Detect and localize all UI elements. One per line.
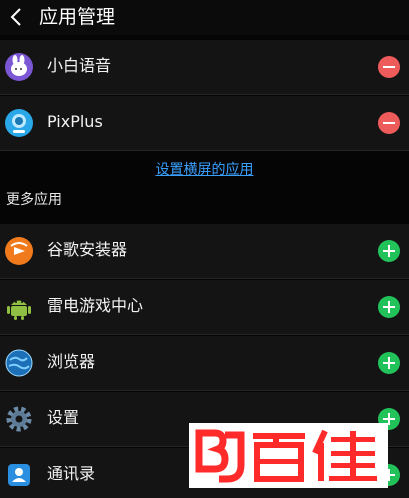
set-landscape-apps-link[interactable]: 设置横屏的应用	[156, 161, 254, 179]
app-label: 雷电游戏中心	[47, 296, 144, 315]
plus-icon-vertical	[388, 245, 390, 257]
section-title-more-apps: 更多应用	[6, 192, 62, 208]
app-label: 设置	[47, 408, 80, 427]
app-label: 小白语音	[47, 56, 112, 75]
back-button[interactable]	[4, 4, 30, 30]
header-bar: 应用管理	[0, 0, 409, 35]
add-button[interactable]	[378, 240, 400, 262]
app-label: 浏览器	[47, 352, 96, 371]
remove-button[interactable]	[378, 112, 400, 134]
page-title: 应用管理	[39, 6, 116, 28]
plus-icon-vertical	[388, 357, 390, 369]
app-row-google-installer[interactable]: 谷歌安装器	[0, 224, 409, 279]
pixplus-icon	[5, 109, 33, 137]
watermark-logo	[189, 423, 388, 488]
app-row-game-center[interactable]: 雷电游戏中心	[0, 280, 409, 335]
app-label: 谷歌安装器	[47, 240, 128, 259]
watermark-logo-graphic	[195, 429, 377, 483]
plus-icon-vertical	[388, 469, 390, 481]
app-label: 通讯录	[47, 464, 96, 483]
minus-icon	[383, 66, 395, 68]
minus-icon	[383, 122, 395, 124]
plus-icon-vertical	[388, 413, 390, 425]
set-landscape-apps-link-row: 设置横屏的应用	[0, 150, 409, 190]
contacts-icon	[5, 461, 33, 489]
app-row-pixplus[interactable]: PixPlus	[0, 96, 409, 151]
google-installer-icon	[5, 237, 33, 265]
app-row-browser[interactable]: 浏览器	[0, 336, 409, 391]
app-label: PixPlus	[47, 112, 103, 131]
xiaobai-voice-icon	[5, 53, 33, 81]
chevron-left-icon	[10, 8, 21, 26]
add-button[interactable]	[378, 296, 400, 318]
plus-icon-vertical	[388, 301, 390, 313]
add-button[interactable]	[378, 352, 400, 374]
browser-globe-icon	[5, 349, 33, 377]
android-robot-icon	[5, 293, 33, 321]
remove-button[interactable]	[378, 56, 400, 78]
settings-gear-icon	[5, 405, 33, 433]
app-row-xiaobai-voice[interactable]: 小白语音	[0, 40, 409, 95]
